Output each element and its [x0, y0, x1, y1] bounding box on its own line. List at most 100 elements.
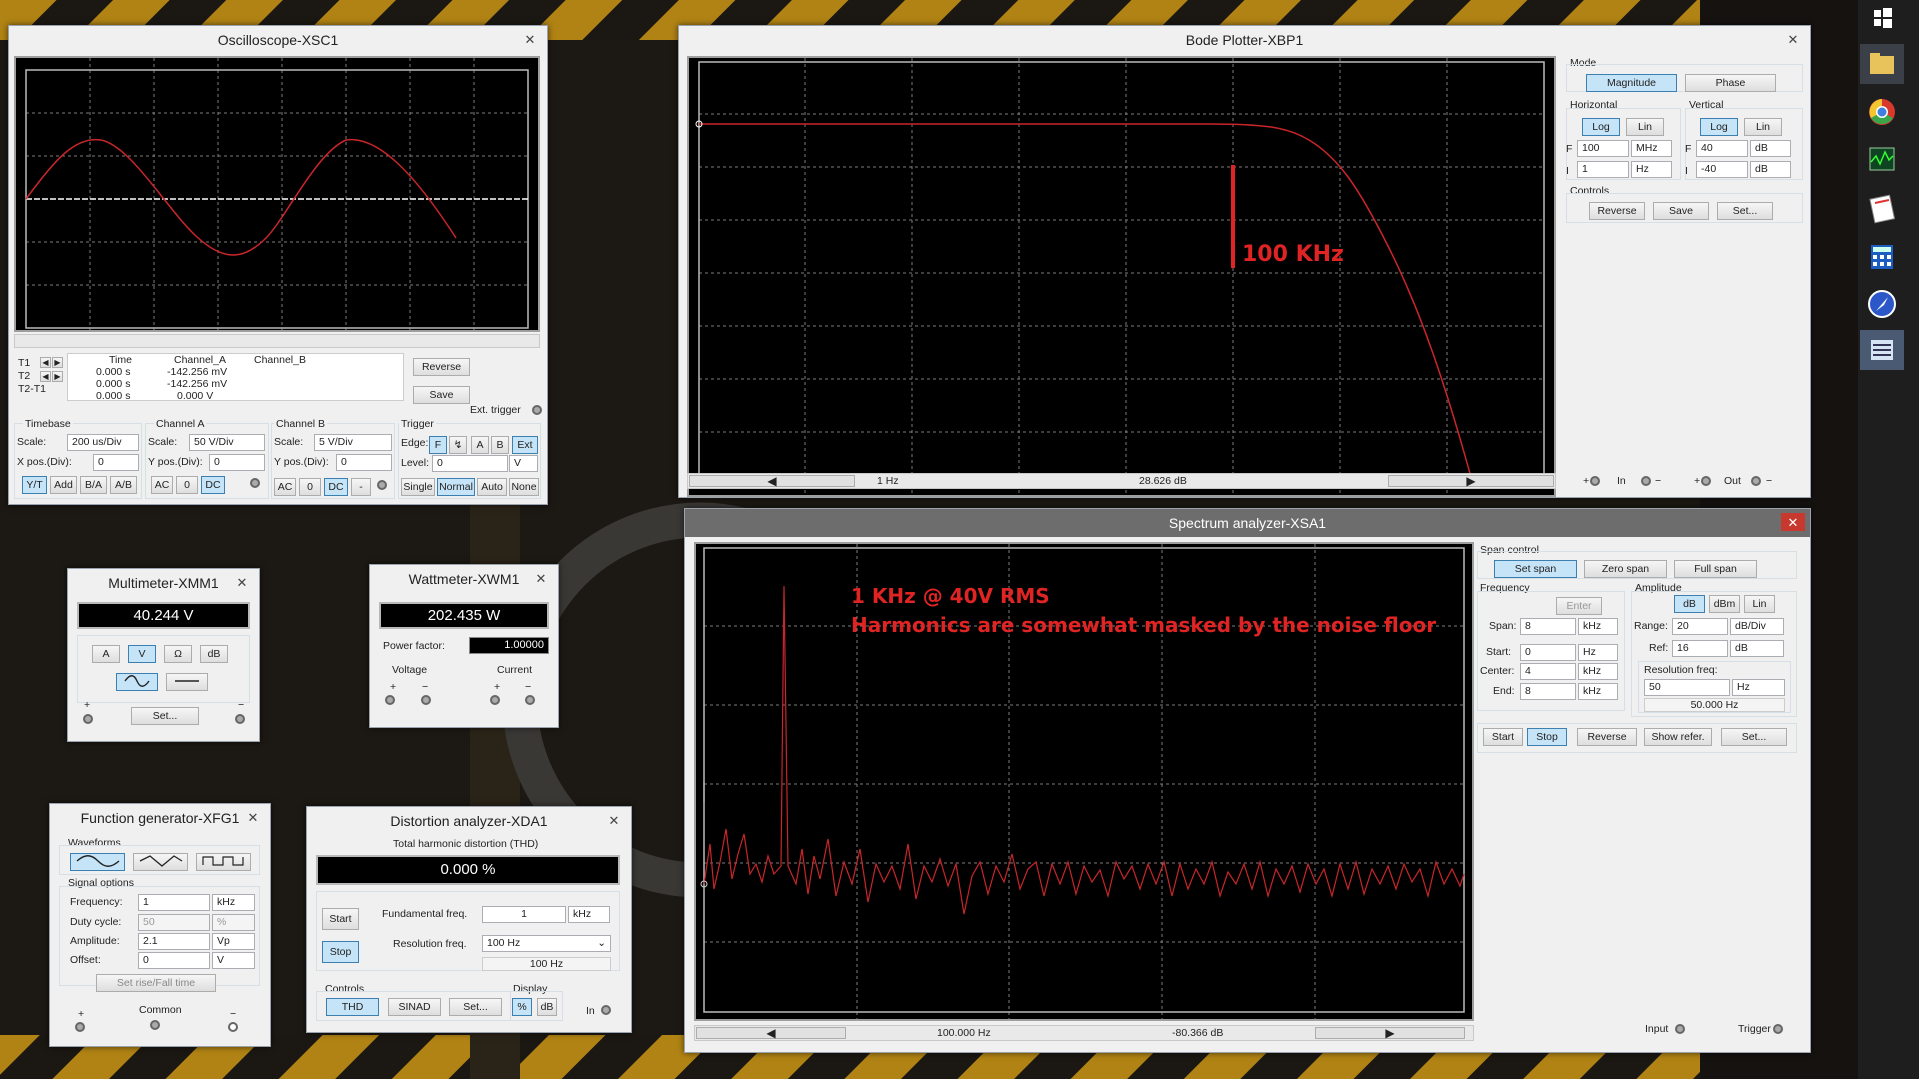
vertical-log-button[interactable]: Log: [1700, 118, 1738, 136]
horizontal-i-unit[interactable]: Hz: [1631, 161, 1672, 178]
function-generator-titlebar[interactable]: Function generator-XFG1 ✕: [50, 804, 270, 832]
fg-common-terminal[interactable]: [150, 1020, 160, 1030]
frequency-unit[interactable]: kHz: [212, 894, 255, 911]
close-button[interactable]: ✕: [241, 808, 265, 826]
square-wave-button[interactable]: [196, 853, 251, 871]
channel-a-ac-button[interactable]: AC: [151, 476, 173, 494]
close-button[interactable]: ✕: [1781, 30, 1805, 48]
trigger-b-button[interactable]: B: [491, 436, 509, 454]
show-refer-button[interactable]: Show refer.: [1644, 728, 1712, 746]
bode-reverse-button[interactable]: Reverse: [1589, 202, 1645, 220]
channel-b-terminal[interactable]: [377, 480, 387, 490]
ext-trigger-terminal[interactable]: [532, 405, 542, 415]
channel-a-scale-field[interactable]: 50 V/Div: [189, 434, 265, 451]
center-field[interactable]: 4: [1520, 663, 1576, 680]
save-button[interactable]: Save: [413, 386, 470, 404]
range-unit[interactable]: dB/Div: [1730, 618, 1784, 635]
current-plus-terminal[interactable]: [490, 695, 500, 705]
dc-mode-button[interactable]: [166, 673, 208, 691]
amp-lin-button[interactable]: Lin: [1744, 595, 1775, 613]
auto-button[interactable]: Auto: [477, 478, 507, 496]
bode-cursor-right-button[interactable]: ▶: [1388, 475, 1554, 487]
single-button[interactable]: Single: [401, 478, 435, 496]
spectrum-start-button[interactable]: Start: [1483, 728, 1523, 746]
normal-button[interactable]: Normal: [437, 478, 475, 496]
db-button[interactable]: dB: [537, 998, 557, 1016]
distortion-titlebar[interactable]: Distortion analyzer-XDA1 ✕: [307, 807, 631, 835]
distortion-set-button[interactable]: Set...: [449, 998, 502, 1016]
channel-a-ypos-field[interactable]: 0: [209, 454, 265, 471]
reverse-button[interactable]: Reverse: [413, 358, 470, 376]
none-button[interactable]: None: [509, 478, 539, 496]
multimeter-titlebar[interactable]: Multimeter-XMM1 ✕: [68, 569, 259, 597]
xpos-field[interactable]: 0: [93, 454, 139, 471]
close-button[interactable]: ✕: [230, 573, 254, 591]
t1-cursor-right-button[interactable]: ▶: [52, 357, 63, 368]
trigger-a-button[interactable]: A: [471, 436, 489, 454]
vertical-i-field[interactable]: -40: [1696, 161, 1748, 178]
duty-cycle-unit[interactable]: %: [212, 914, 255, 931]
end-unit[interactable]: kHz: [1578, 683, 1618, 700]
bode-set-button[interactable]: Set...: [1717, 202, 1773, 220]
in-plus-terminal[interactable]: [1590, 476, 1600, 486]
spectrum-reverse-button[interactable]: Reverse: [1577, 728, 1637, 746]
end-field[interactable]: 8: [1520, 683, 1576, 700]
trigger-terminal[interactable]: [1773, 1024, 1783, 1034]
start-field[interactable]: 0: [1520, 644, 1576, 661]
spectrum-stop-button[interactable]: Stop: [1527, 728, 1567, 746]
full-span-button[interactable]: Full span: [1674, 560, 1757, 578]
chrome-icon[interactable]: [1860, 92, 1904, 132]
multimeter-minus-terminal[interactable]: [235, 714, 245, 724]
spectrum-titlebar[interactable]: Spectrum analyzer-XSA1 ✕: [685, 509, 1810, 537]
close-button[interactable]: ✕: [518, 30, 542, 48]
spectrum-cursor-right-button[interactable]: ▶: [1315, 1027, 1465, 1039]
channel-b-scale-field[interactable]: 5 V/Div: [314, 434, 392, 451]
ref-field[interactable]: 16: [1672, 640, 1728, 657]
vertical-lin-button[interactable]: Lin: [1744, 118, 1782, 136]
level-unit[interactable]: V: [509, 455, 538, 472]
set-span-button[interactable]: Set span: [1494, 560, 1577, 578]
thd-start-button[interactable]: Start: [322, 908, 359, 930]
channel-b-dc-button[interactable]: DC: [324, 478, 348, 496]
offset-unit[interactable]: V: [212, 952, 255, 969]
fg-minus-terminal[interactable]: [228, 1022, 238, 1032]
ab-button[interactable]: A/B: [110, 476, 137, 494]
triangle-wave-button[interactable]: [133, 853, 188, 871]
windows-icon[interactable]: [1860, 2, 1904, 42]
enter-button[interactable]: Enter: [1556, 597, 1602, 615]
timebase-scale-field[interactable]: 200 us/Div: [67, 434, 139, 451]
performance-monitor-icon[interactable]: [1860, 140, 1904, 180]
offset-field[interactable]: 0: [138, 952, 210, 969]
bode-cursor-left-button[interactable]: ◀: [689, 475, 855, 487]
span-field[interactable]: 8: [1520, 618, 1576, 635]
frequency-field[interactable]: 1: [138, 894, 210, 911]
trigger-ext-button[interactable]: Ext: [512, 436, 538, 454]
horizontal-i-field[interactable]: 1: [1577, 161, 1629, 178]
current-minus-terminal[interactable]: [525, 695, 535, 705]
fg-plus-terminal[interactable]: [75, 1022, 85, 1032]
channel-a-zero-button[interactable]: 0: [176, 476, 198, 494]
multisim-icon[interactable]: [1860, 330, 1904, 370]
close-button[interactable]: ✕: [602, 811, 626, 829]
volt-button[interactable]: V: [128, 645, 156, 663]
ohm-button[interactable]: Ω: [164, 645, 192, 663]
ba-button[interactable]: B/A: [80, 476, 107, 494]
yt-button[interactable]: Y/T: [22, 476, 47, 494]
ampere-button[interactable]: A: [92, 645, 120, 663]
amplitude-unit[interactable]: Vp: [212, 933, 255, 950]
in-minus-terminal[interactable]: [1641, 476, 1651, 486]
calculator-icon[interactable]: [1860, 236, 1904, 276]
channel-b-zero-button[interactable]: 0: [299, 478, 321, 496]
amplitude-field[interactable]: 2.1: [138, 933, 210, 950]
notepad-icon[interactable]: [1860, 188, 1904, 228]
wattmeter-titlebar[interactable]: Wattmeter-XWM1 ✕: [370, 565, 558, 593]
thd-mode-button[interactable]: THD: [326, 998, 379, 1016]
amp-dbm-button[interactable]: dBm: [1709, 595, 1740, 613]
channel-a-terminal[interactable]: [250, 478, 260, 488]
vertical-i-unit[interactable]: dB: [1750, 161, 1791, 178]
channel-b-ypos-field[interactable]: 0: [336, 454, 392, 471]
span-unit[interactable]: kHz: [1578, 618, 1618, 635]
spectrum-set-button[interactable]: Set...: [1721, 728, 1787, 746]
out-minus-terminal[interactable]: [1751, 476, 1761, 486]
t2-cursor-left-button[interactable]: ◀: [40, 371, 51, 382]
